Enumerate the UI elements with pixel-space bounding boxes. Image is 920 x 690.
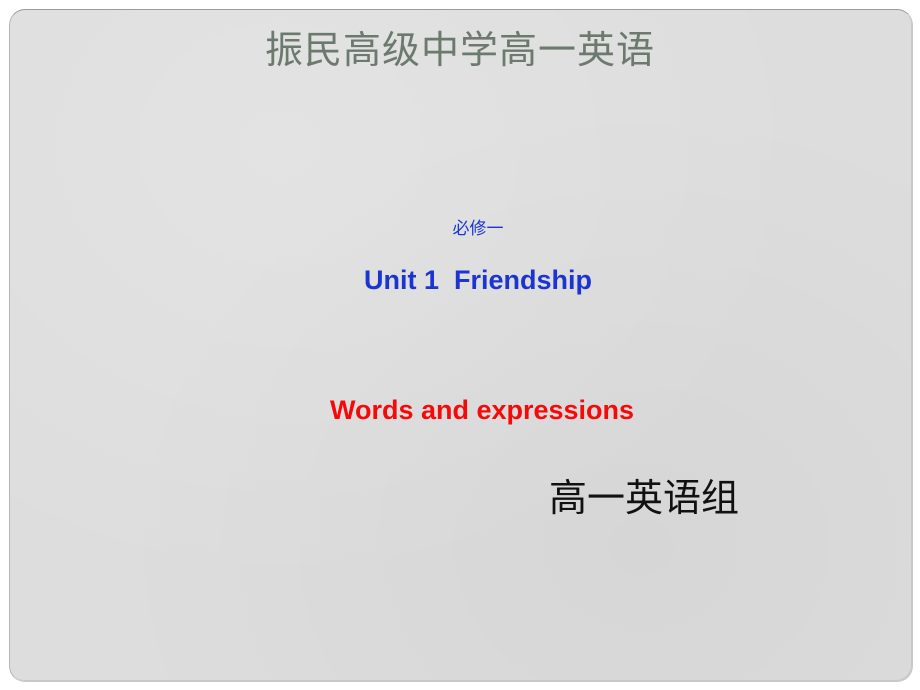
slide-canvas <box>9 9 913 682</box>
unit-title: Unit 1 Friendship <box>363 265 592 295</box>
module-label: 必修一 <box>452 219 504 239</box>
slide-title: 振民高级中学高一英语 <box>264 28 655 72</box>
author-group: 高一英语组 <box>549 476 740 520</box>
lesson-subtitle: Words and expressions <box>329 395 635 425</box>
